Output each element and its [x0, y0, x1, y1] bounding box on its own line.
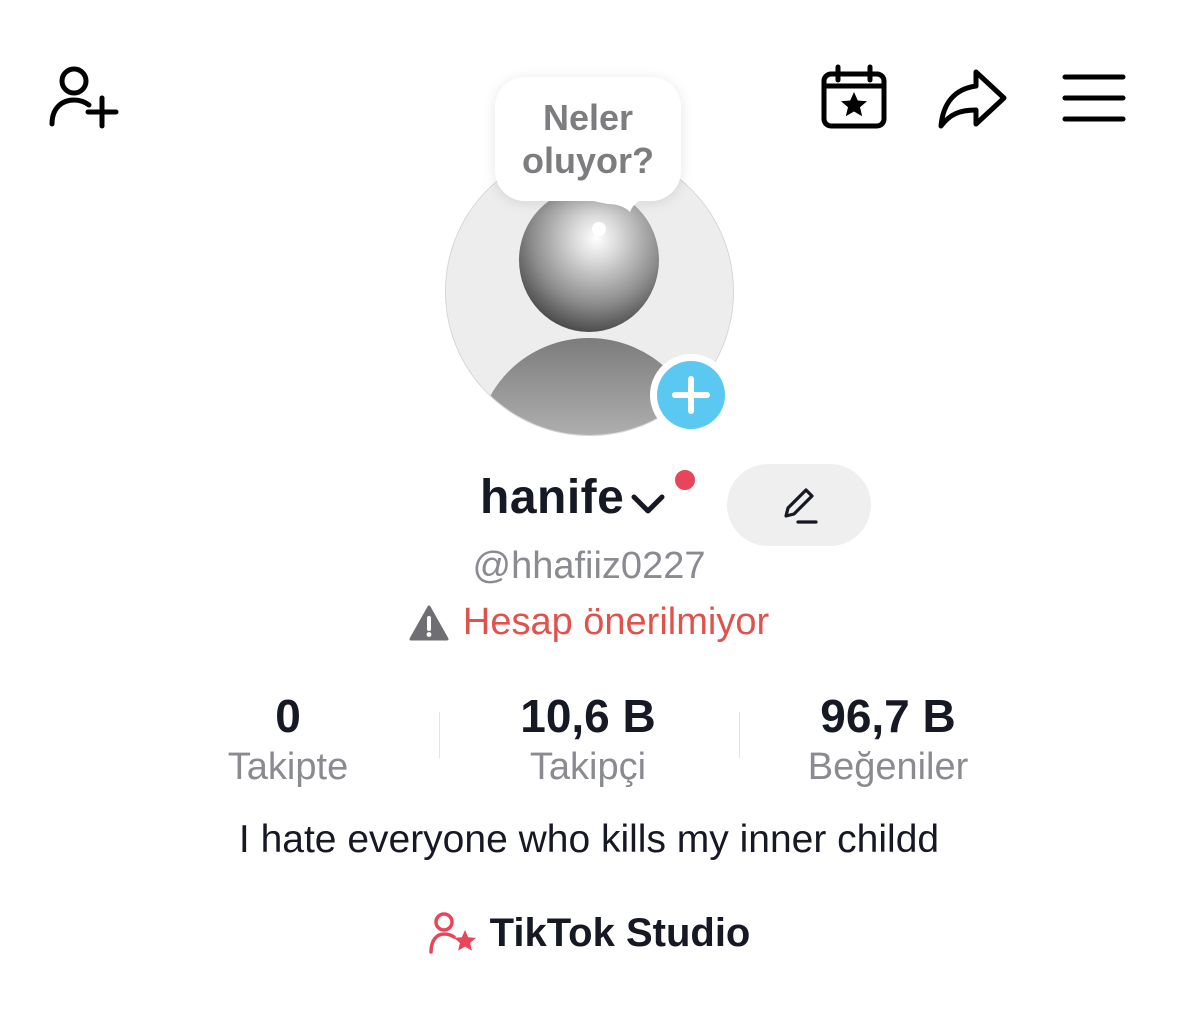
account-warning[interactable]: Hesap önerilmiyor: [0, 601, 1178, 644]
person-plus-icon: [49, 66, 119, 129]
stat-likes[interactable]: 96,7 B Beğeniler: [738, 688, 1038, 790]
stat-label: Beğeniler: [807, 746, 969, 788]
stat-followers[interactable]: 10,6 B Takipçi: [438, 688, 738, 790]
bubble-tail: [568, 196, 648, 236]
hamburger-menu-icon: [1062, 74, 1126, 122]
stat-label: Takipte: [227, 746, 349, 788]
edit-profile-button[interactable]: [727, 464, 871, 546]
add-story-button[interactable]: [650, 354, 732, 436]
tiktok-studio-label: TikTok Studio: [489, 910, 751, 955]
status-bubble[interactable]: Neler oluyor?: [495, 77, 681, 201]
chevron-down-icon: [631, 494, 665, 513]
status-bubble-text: Neler oluyor?: [522, 97, 654, 181]
username: @hhafiiz0227: [472, 545, 706, 587]
profile-bio: I hate everyone who kills my inner child…: [238, 818, 940, 861]
stat-value: 0: [275, 690, 301, 742]
notification-dot: [672, 467, 698, 493]
calendar-star-icon: [821, 64, 887, 129]
menu-button[interactable]: [1062, 72, 1126, 124]
share-button[interactable]: [936, 64, 1010, 132]
warning-text: Hesap önerilmiyor: [462, 601, 770, 643]
stat-label: Takipçi: [529, 746, 647, 788]
person-star-icon: [428, 912, 476, 954]
share-arrow-icon: [938, 69, 1007, 129]
add-friend-button[interactable]: [44, 62, 122, 132]
stat-value: 10,6 B: [520, 690, 656, 742]
account-switcher[interactable]: hanife: [480, 470, 668, 525]
warning-icon: [409, 605, 449, 640]
display-name: hanife: [480, 471, 625, 524]
tiktok-studio-link[interactable]: TikTok Studio: [0, 910, 1178, 956]
stat-following[interactable]: 0 Takipte: [138, 688, 438, 790]
plus-icon: [672, 376, 710, 414]
stat-value: 96,7 B: [820, 690, 956, 742]
pencil-icon: [784, 488, 818, 524]
calendar-button[interactable]: [820, 64, 888, 130]
